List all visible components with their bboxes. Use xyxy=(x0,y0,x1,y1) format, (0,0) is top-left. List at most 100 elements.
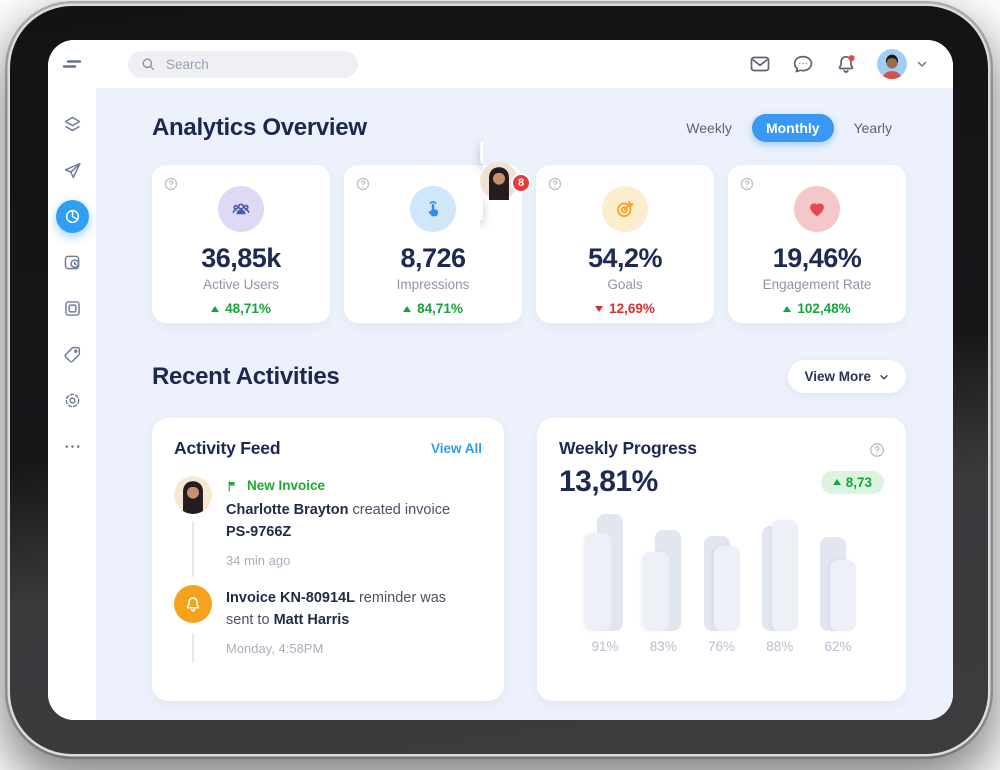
bar-group xyxy=(643,513,683,631)
sidebar-item-analytics[interactable] xyxy=(56,200,89,233)
weekly-progress-delta-badge: 8,73 xyxy=(821,471,884,494)
help-icon[interactable] xyxy=(868,441,884,457)
collaborator-count-badge: 8 xyxy=(511,173,531,193)
bar-group xyxy=(760,513,800,631)
tab-monthly[interactable]: Monthly xyxy=(752,114,834,142)
weekly-progress-title: Weekly Progress xyxy=(559,438,697,459)
flag-icon xyxy=(226,479,239,493)
period-tabs: Weekly Monthly Yearly xyxy=(672,114,906,142)
tap-icon xyxy=(410,186,456,232)
down-arrow-icon xyxy=(595,306,603,312)
help-icon[interactable] xyxy=(163,176,179,192)
sidebar-item-tag[interactable] xyxy=(56,338,89,371)
tablet-frame: 8 Analytics Overview Weekly Monthly Year… xyxy=(10,6,988,754)
sidebar-item-layers[interactable] xyxy=(56,108,89,141)
sidebar xyxy=(48,88,96,720)
up-arrow-icon xyxy=(833,479,841,485)
stat-label: Impressions xyxy=(397,277,470,292)
bell-icon xyxy=(174,585,212,623)
target-icon xyxy=(602,186,648,232)
heart-icon xyxy=(794,186,840,232)
bar-label: 88% xyxy=(760,639,800,654)
bar-front xyxy=(772,520,798,631)
stat-card-goals: 54,2% Goals 12,69% xyxy=(536,165,714,323)
sidebar-item-send[interactable] xyxy=(56,154,89,187)
bar-group xyxy=(585,513,625,631)
mail-icon[interactable] xyxy=(748,52,772,76)
stat-value: 54,2% xyxy=(588,243,662,274)
feed-tag: New Invoice xyxy=(226,478,476,493)
stat-label: Goals xyxy=(607,277,642,292)
search-field[interactable] xyxy=(164,56,318,73)
menu-icon[interactable] xyxy=(48,40,96,88)
tab-yearly[interactable]: Yearly xyxy=(840,114,906,142)
users-icon xyxy=(218,186,264,232)
bell-icon[interactable] xyxy=(834,52,858,76)
list-item[interactable]: Invoice KN-80914L reminder was sent to M… xyxy=(174,585,482,656)
section-title-recent-activities: Recent Activities xyxy=(152,363,339,391)
bar-front xyxy=(585,533,611,631)
stat-card-engagement: 19,46% Engagement Rate 102,48% xyxy=(728,165,906,323)
list-item[interactable]: New Invoice Charlotte Brayton created in… xyxy=(174,476,482,568)
bar-front xyxy=(714,546,740,631)
stat-delta: 84,71% xyxy=(403,301,463,316)
bar-label: 91% xyxy=(585,639,625,654)
notification-dot xyxy=(849,55,855,61)
stat-value: 36,85k xyxy=(201,243,281,274)
main-content: 8 Analytics Overview Weekly Monthly Year… xyxy=(96,88,953,720)
chevron-down-icon xyxy=(878,371,890,383)
sidebar-item-more[interactable] xyxy=(56,430,89,463)
search-input[interactable] xyxy=(128,51,358,78)
bar-label: 83% xyxy=(643,639,683,654)
up-arrow-icon xyxy=(783,306,791,312)
sidebar-item-calendar[interactable] xyxy=(56,246,89,279)
bar-label: 62% xyxy=(818,639,858,654)
tab-weekly[interactable]: Weekly xyxy=(672,114,746,142)
up-arrow-icon xyxy=(403,306,411,312)
avatar xyxy=(174,476,212,514)
stat-delta: 102,48% xyxy=(783,301,850,316)
weekly-progress-card: Weekly Progress 13,81% 8,73 xyxy=(537,418,906,701)
up-arrow-icon xyxy=(211,306,219,312)
weekly-bar-chart xyxy=(559,513,884,631)
bar-group xyxy=(818,513,858,631)
feed-text: Invoice KN-80914L reminder was sent to M… xyxy=(226,587,476,632)
stat-label: Engagement Rate xyxy=(763,277,872,292)
bar-front xyxy=(830,560,856,631)
collaborator-avatar[interactable]: 8 xyxy=(480,144,524,188)
feed-timestamp: 34 min ago xyxy=(226,553,476,568)
bar-group xyxy=(702,513,742,631)
feed-timestamp: Monday, 4:58PM xyxy=(226,641,476,656)
bar-label: 76% xyxy=(702,639,742,654)
activity-feed-title: Activity Feed xyxy=(174,438,280,459)
help-icon[interactable] xyxy=(547,176,563,192)
view-all-link[interactable]: View All xyxy=(431,441,482,456)
topbar xyxy=(48,40,953,88)
app-window: 8 Analytics Overview Weekly Monthly Year… xyxy=(48,40,953,720)
feed-text: Charlotte Brayton created invoice PS-976… xyxy=(226,499,476,544)
sidebar-item-frame[interactable] xyxy=(56,292,89,325)
stat-delta: 12,69% xyxy=(595,301,655,316)
feed-list: New Invoice Charlotte Brayton created in… xyxy=(174,476,482,656)
search-icon xyxy=(140,56,156,72)
page-title: Analytics Overview xyxy=(152,114,367,142)
stat-label: Active Users xyxy=(203,277,279,292)
stat-delta: 48,71% xyxy=(211,301,271,316)
topbar-actions xyxy=(748,49,929,79)
view-more-button[interactable]: View More xyxy=(788,360,906,393)
stat-value: 8,726 xyxy=(400,243,465,274)
sidebar-item-settings[interactable] xyxy=(56,384,89,417)
activity-feed-card: Activity Feed View All xyxy=(152,418,504,701)
app-body: 8 Analytics Overview Weekly Monthly Year… xyxy=(48,88,953,720)
help-icon[interactable] xyxy=(739,176,755,192)
chat-icon[interactable] xyxy=(791,52,815,76)
bar-front xyxy=(643,552,669,631)
stat-card-active-users: 36,85k Active Users 48,71% xyxy=(152,165,330,323)
stat-value: 19,46% xyxy=(773,243,862,274)
profile-menu[interactable] xyxy=(877,49,929,79)
avatar xyxy=(877,49,907,79)
chevron-down-icon xyxy=(915,57,929,71)
help-icon[interactable] xyxy=(355,176,371,192)
weekly-progress-value: 13,81% xyxy=(559,465,658,499)
weekly-bar-labels: 91% 83% 76% 88% 62% xyxy=(559,639,884,654)
